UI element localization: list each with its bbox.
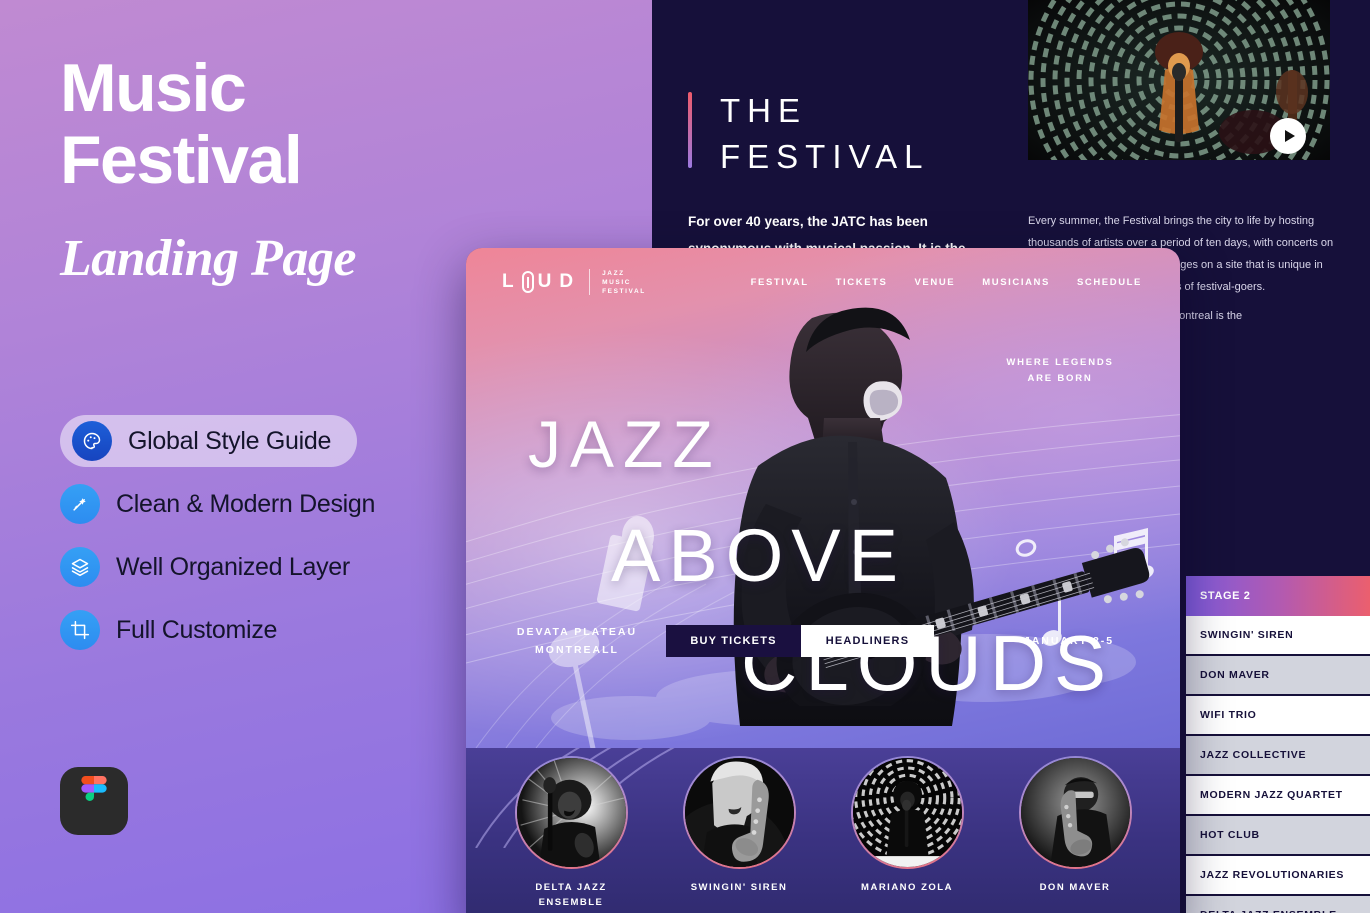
- cta-button-group: BUY TICKETS HEADLINERS: [666, 625, 934, 657]
- logo-letter-u: U: [537, 271, 556, 292]
- tagline-line1: WHERE LEGENDS: [1006, 357, 1114, 368]
- avatar: [1020, 758, 1130, 867]
- artist-name-line1: DON MAVER: [1039, 882, 1111, 893]
- artist-avatar-ring: [514, 756, 628, 869]
- schedule-row[interactable]: SWINGIN' SIREN: [1186, 616, 1370, 656]
- stage-schedule-list: STAGE 2 SWINGIN' SIREN DON MAVER WIFI TRIO…: [1186, 576, 1370, 913]
- logo-sub-line2: MUSIC: [602, 278, 632, 286]
- logo-divider: [589, 269, 591, 295]
- artist-name-line2: ENSEMBLE: [538, 897, 604, 908]
- nav-link-festival[interactable]: FESTIVAL: [751, 277, 809, 288]
- schedule-header: STAGE 2: [1186, 576, 1370, 616]
- festival-video-thumbnail[interactable]: [1028, 0, 1330, 168]
- promo-title-line2: Festival: [60, 122, 303, 198]
- play-icon[interactable]: [1270, 118, 1306, 154]
- artist-card[interactable]: MARIANO ZOLA: [842, 756, 972, 910]
- hero-tagline: WHERE LEGENDS ARE BORN: [980, 355, 1140, 387]
- feature-label-0: Global Style Guide: [128, 426, 332, 455]
- festival-heading-line1: THE: [720, 92, 807, 129]
- promo-title-line1: Music: [60, 50, 247, 126]
- landing-page-preview-card: L U D JAZZ MUSIC FESTIVAL FESTIVAL TICKET…: [466, 248, 1180, 913]
- artist-name: DELTA JAZZ ENSEMBLE: [506, 880, 636, 910]
- nav-link-tickets[interactable]: TICKETS: [836, 277, 888, 288]
- schedule-row[interactable]: JAZZ REVOLUTIONARIES: [1186, 856, 1370, 896]
- brand-logo[interactable]: L U D JAZZ MUSIC FESTIVAL: [502, 269, 646, 296]
- figma-logo-icon: [60, 767, 128, 835]
- artist-list: DELTA JAZZ ENSEMBLE SWINGIN' SIREN MARIANO …: [466, 756, 1180, 910]
- venue-line1: DEVATA PLATEAU: [516, 626, 638, 638]
- feature-list: Global Style Guide Clean & Modern Design W…: [60, 415, 480, 656]
- avatar: [516, 758, 626, 867]
- layers-icon: [60, 547, 100, 587]
- artist-name: MARIANO ZOLA: [842, 880, 972, 895]
- artist-card[interactable]: DELTA JAZZ ENSEMBLE: [506, 756, 636, 910]
- feature-label-3: Full Customize: [116, 615, 278, 644]
- feature-spacer: [60, 593, 480, 604]
- venue-line2: MONTREALL: [535, 644, 619, 656]
- festival-dates: JANUARY 2-5: [1023, 635, 1115, 647]
- hero-section: L U D JAZZ MUSIC FESTIVAL FESTIVAL TICKET…: [466, 248, 1180, 748]
- feature-label-1: Clean & Modern Design: [116, 489, 376, 518]
- crop-icon: [60, 610, 100, 650]
- headliners-button[interactable]: HEADLINERS: [801, 625, 934, 657]
- logo-sub-line3: FESTIVAL: [602, 287, 646, 295]
- feature-spacer: [60, 467, 480, 478]
- buy-tickets-button[interactable]: BUY TICKETS: [666, 625, 801, 657]
- card-navbar: L U D JAZZ MUSIC FESTIVAL FESTIVAL TICKET…: [466, 248, 1180, 316]
- promo-subtitle: Landing Page: [60, 230, 356, 287]
- schedule-row[interactable]: MODERN JAZZ QUARTET: [1186, 776, 1370, 816]
- schedule-row[interactable]: HOT CLUB: [1186, 816, 1370, 856]
- feature-spacer: [60, 530, 480, 541]
- play-triangle: [1284, 130, 1295, 142]
- feature-label-2: Well Organized Layer: [116, 552, 350, 581]
- screenshot-root: THE FESTIVAL For over 40 years, the JATC…: [0, 0, 1370, 913]
- logo-letter-d: D: [559, 271, 578, 292]
- nav-links: FESTIVAL TICKETS VENUE MUSICIANS SCHEDULE: [751, 277, 1142, 288]
- nav-link-musicians[interactable]: MUSICIANS: [982, 277, 1050, 288]
- artists-section: DELTA JAZZ ENSEMBLE SWINGIN' SIREN MARIANO …: [466, 748, 1180, 913]
- festival-heading-line2: FESTIVAL: [720, 138, 930, 175]
- artist-avatar-ring: [682, 756, 796, 869]
- artist-avatar-ring: [850, 756, 964, 869]
- artist-card[interactable]: DON MAVER: [1010, 756, 1140, 910]
- artist-name-line1: SWINGIN' SIREN: [690, 882, 788, 893]
- palette-icon: [72, 421, 112, 461]
- artist-name: SWINGIN' SIREN: [674, 880, 804, 895]
- schedule-row[interactable]: WIFI TRIO: [1186, 696, 1370, 736]
- feature-item-0[interactable]: Global Style Guide: [60, 415, 358, 467]
- logo-sub-line1: JAZZ: [602, 269, 625, 277]
- feature-item-1[interactable]: Clean & Modern Design: [60, 478, 480, 530]
- hero-footer-bar: DEVATA PLATEAU MONTREALL BUY TICKETS HEA…: [466, 606, 1180, 676]
- figma-glyph: [81, 776, 107, 801]
- microphone-icon: [521, 271, 534, 293]
- artist-name-line1: DELTA JAZZ: [535, 882, 607, 893]
- venue-info: DEVATA PLATEAU MONTREALL: [502, 623, 652, 659]
- artist-card[interactable]: SWINGIN' SIREN: [674, 756, 804, 910]
- schedule-row[interactable]: DELTA JAZZ ENSEMBLE: [1186, 896, 1370, 913]
- logo-letter-l: L: [502, 271, 518, 292]
- artist-name: DON MAVER: [1010, 880, 1140, 895]
- promo-title: Music Festival: [60, 50, 303, 198]
- avatar: [684, 758, 794, 867]
- the-festival-heading-block: THE FESTIVAL: [688, 88, 988, 180]
- feature-item-3[interactable]: Full Customize: [60, 604, 480, 656]
- festival-paragraph-tail: Montreal is the: [1170, 310, 1243, 322]
- logo-wordmark: L U D: [502, 271, 577, 293]
- schedule-row[interactable]: JAZZ COLLECTIVE: [1186, 736, 1370, 776]
- accent-bar: [688, 92, 692, 168]
- nav-link-schedule[interactable]: SCHEDULE: [1077, 277, 1142, 288]
- nav-link-venue[interactable]: VENUE: [914, 277, 955, 288]
- artist-name-line1: MARIANO ZOLA: [861, 882, 953, 893]
- schedule-rows: SWINGIN' SIREN DON MAVER WIFI TRIO JAZZ COL…: [1186, 616, 1370, 913]
- sparkle-icon: [60, 484, 100, 524]
- schedule-row[interactable]: DON MAVER: [1186, 656, 1370, 696]
- avatar: [852, 758, 962, 867]
- logo-subtitle: JAZZ MUSIC FESTIVAL: [602, 269, 646, 296]
- artist-avatar-ring: [1018, 756, 1132, 869]
- feature-item-2[interactable]: Well Organized Layer: [60, 541, 480, 593]
- tagline-line2: ARE BORN: [1027, 373, 1093, 384]
